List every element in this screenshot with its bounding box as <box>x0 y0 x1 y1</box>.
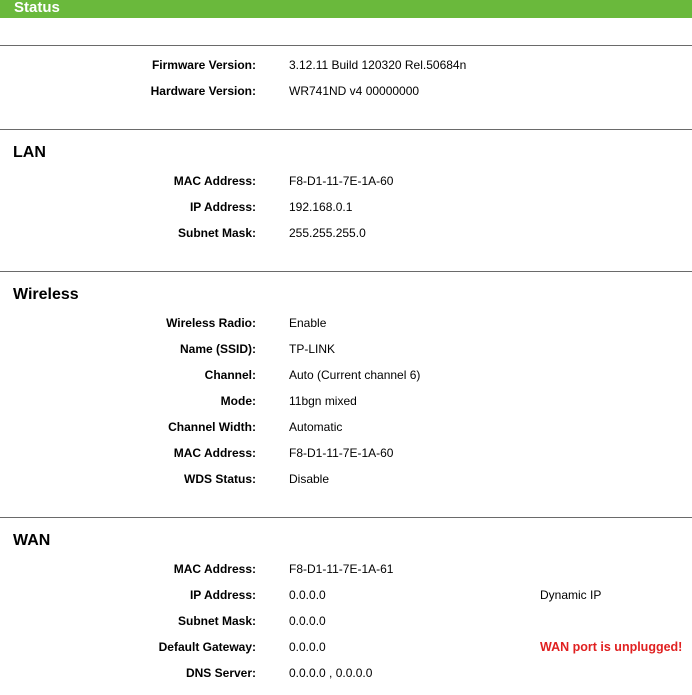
wireless-radio-value: Enable <box>289 316 327 330</box>
wan-ip-value: 0.0.0.0 <box>289 588 326 602</box>
section-divider <box>0 45 692 46</box>
wireless-radio-label: Wireless Radio: <box>166 316 256 330</box>
lan-subnet-value: 255.255.255.0 <box>289 226 366 240</box>
firmware-version-value: 3.12.11 Build 120320 Rel.50684n <box>289 58 467 72</box>
wireless-mode-label: Mode: <box>220 394 256 408</box>
page-title: Status <box>14 0 60 16</box>
wan-unplugged-alert: WAN port is unplugged! <box>540 640 683 654</box>
wan-ip-row: IP Address: 0.0.0.0 Dynamic IP <box>0 586 692 604</box>
section-divider <box>0 271 692 272</box>
wan-mac-value: F8-D1-11-7E-1A-61 <box>289 562 394 576</box>
wan-section-title: WAN <box>13 532 51 549</box>
hardware-version-value: WR741ND v4 00000000 <box>289 84 420 98</box>
wireless-channel-width-value: Automatic <box>289 420 343 434</box>
wan-gateway-label: Default Gateway: <box>158 640 256 654</box>
wireless-ssid-value: TP-LINK <box>289 342 336 356</box>
hardware-version-row: Hardware Version: WR741ND v4 00000000 <box>0 82 692 100</box>
wan-gateway-row: Default Gateway: 0.0.0.0 WAN port is unp… <box>0 638 692 656</box>
section-divider <box>0 129 692 130</box>
wan-connection-type: Dynamic IP <box>540 588 602 602</box>
wan-subnet-value: 0.0.0.0 <box>289 614 326 628</box>
wireless-channel-row: Channel: Auto (Current channel 6) <box>0 366 692 384</box>
lan-subnet-row: Subnet Mask: 255.255.255.0 <box>0 224 692 242</box>
firmware-version-label: Firmware Version: <box>151 58 256 72</box>
wireless-mode-value: 11bgn mixed <box>289 394 357 408</box>
wireless-channel-width-label: Channel Width: <box>168 420 256 434</box>
wan-ip-label: IP Address: <box>189 588 256 602</box>
lan-ip-label: IP Address: <box>189 200 256 214</box>
wireless-section-title: Wireless <box>13 286 79 303</box>
lan-mac-value: F8-D1-11-7E-1A-60 <box>289 174 394 188</box>
wireless-channel-label: Channel: <box>204 368 256 382</box>
section-divider <box>0 517 692 518</box>
wireless-wds-label: WDS Status: <box>184 472 256 486</box>
wireless-ssid-row: Name (SSID): TP-LINK <box>0 340 692 358</box>
lan-mac-label: MAC Address: <box>173 174 256 188</box>
wireless-radio-row: Wireless Radio: Enable <box>0 314 692 332</box>
wireless-channel-value: Auto (Current channel 6) <box>289 368 421 382</box>
wireless-mode-row: Mode: 11bgn mixed <box>0 392 692 410</box>
wireless-mac-label: MAC Address: <box>173 446 256 460</box>
lan-ip-value: 192.168.0.1 <box>289 200 353 214</box>
firmware-version-row: Firmware Version: 3.12.11 Build 120320 R… <box>0 56 692 74</box>
wireless-ssid-label: Name (SSID): <box>179 342 256 356</box>
wan-subnet-label: Subnet Mask: <box>177 614 256 628</box>
lan-subnet-label: Subnet Mask: <box>177 226 256 240</box>
wan-mac-row: MAC Address: F8-D1-11-7E-1A-61 <box>0 560 692 578</box>
wireless-wds-row: WDS Status: Disable <box>0 470 692 488</box>
wan-subnet-row: Subnet Mask: 0.0.0.0 <box>0 612 692 630</box>
wan-dns-label: DNS Server: <box>185 666 256 680</box>
wan-dns-row: DNS Server: 0.0.0.0 , 0.0.0.0 <box>0 664 692 682</box>
wireless-mac-value: F8-D1-11-7E-1A-60 <box>289 446 394 460</box>
lan-ip-row: IP Address: 192.168.0.1 <box>0 198 692 216</box>
wan-mac-label: MAC Address: <box>173 562 256 576</box>
wan-dns-value: 0.0.0.0 , 0.0.0.0 <box>289 666 373 680</box>
wan-gateway-value: 0.0.0.0 <box>289 640 326 654</box>
wireless-mac-row: MAC Address: F8-D1-11-7E-1A-60 <box>0 444 692 462</box>
wireless-wds-value: Disable <box>289 472 330 486</box>
hardware-version-label: Hardware Version: <box>150 84 256 98</box>
lan-section-title: LAN <box>13 144 46 161</box>
lan-mac-row: MAC Address: F8-D1-11-7E-1A-60 <box>0 172 692 190</box>
wireless-channel-width-row: Channel Width: Automatic <box>0 418 692 436</box>
status-title-bar: Status <box>0 0 692 18</box>
